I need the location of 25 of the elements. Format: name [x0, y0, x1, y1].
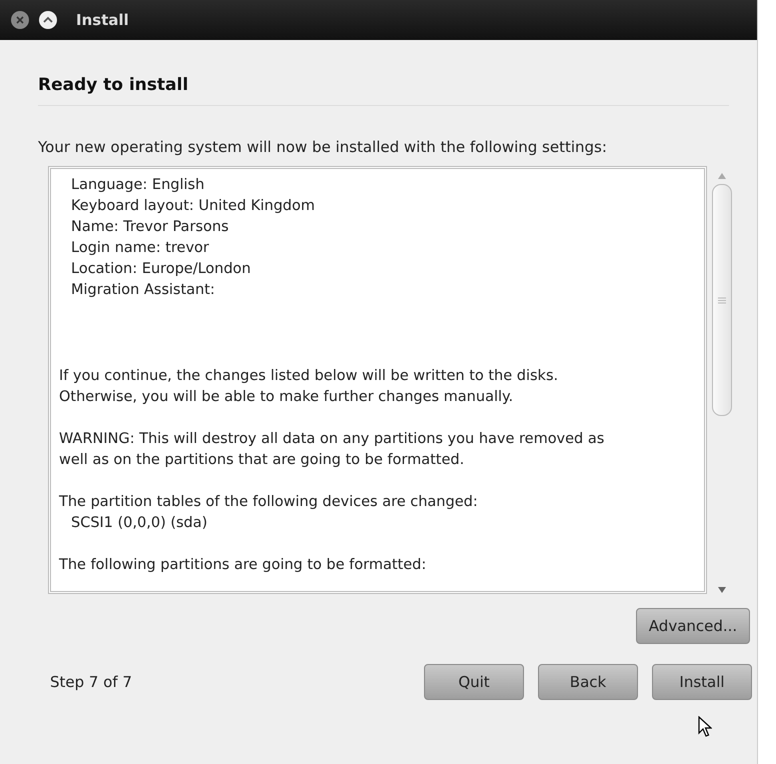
summary-text: Location: Europe/London — [70, 260, 251, 279]
advanced-button[interactable]: Advanced... — [636, 608, 750, 644]
step-indicator: Step 7 of 7 — [50, 673, 134, 691]
summary-text: Language: English — [70, 176, 204, 195]
back-button[interactable]: Back — [538, 664, 638, 700]
summary-text: The following partitions are going to be formatted: — [59, 556, 426, 575]
summary-text: The partition tables of the following devices are changed: — [59, 493, 478, 512]
page-heading: Ready to install — [38, 75, 190, 95]
maximize-icon[interactable] — [38, 10, 58, 30]
scrollbar-thumb[interactable] — [712, 184, 732, 416]
summary-text: Keyboard layout: United Kingdom — [70, 197, 315, 216]
mouse-pointer-icon — [698, 716, 712, 738]
scroll-down-arrow-icon[interactable] — [717, 586, 727, 594]
summary-text: SCSI1 (0,0,0) (sda) — [70, 514, 208, 533]
summary-text: Name: Trevor Parsons — [70, 218, 229, 237]
quit-button[interactable]: Quit — [424, 664, 524, 700]
summary-text: WARNING: This will destroy all data on any partitions you have removed as well as on the partitions that are going to be formatted. — [59, 430, 604, 470]
grip-icon — [718, 296, 726, 304]
window-title: Install — [76, 11, 129, 29]
summary-text: If you continue, the changes listed below will be written to the disks. Otherwise, you will be able to make further changes manually. — [59, 367, 558, 407]
close-icon[interactable] — [10, 10, 30, 30]
description-text: Your new operating system will now be installed with the following settings: — [38, 138, 608, 156]
install-button[interactable]: Install — [652, 664, 752, 700]
summary-text: Migration Assistant: — [70, 281, 215, 300]
summary-text: Login name: trevor — [70, 239, 210, 258]
